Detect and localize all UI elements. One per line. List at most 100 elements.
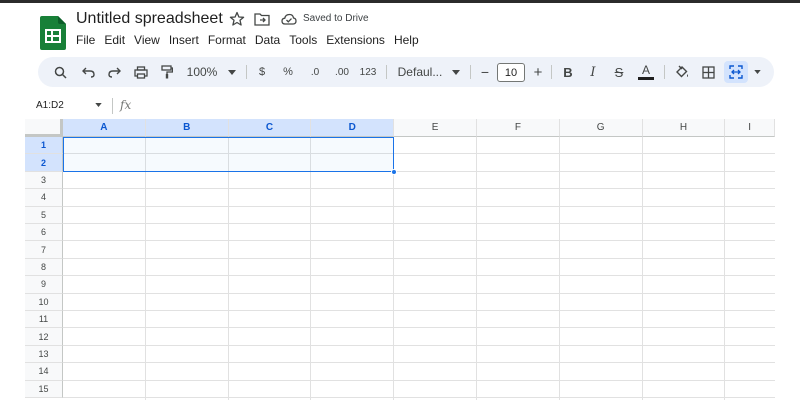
- bold-button[interactable]: B: [559, 57, 577, 87]
- chevron-down-icon[interactable]: [450, 57, 462, 87]
- column-gridline: [476, 137, 477, 400]
- row-gridline: [63, 205, 775, 207]
- menu-help[interactable]: Help: [394, 33, 419, 49]
- row-header-6[interactable]: 6: [25, 224, 63, 242]
- cell-selection[interactable]: [63, 137, 394, 172]
- text-color-label: A: [641, 63, 650, 77]
- column-header-f[interactable]: F: [477, 119, 560, 137]
- save-status[interactable]: Saved to Drive: [303, 13, 369, 24]
- font-family-value: Defaul...: [397, 65, 443, 79]
- cloud-saved-icon[interactable]: [281, 12, 297, 26]
- zoom-select[interactable]: 100%: [184, 57, 220, 87]
- toolbar-divider: [470, 65, 471, 79]
- currency-format-button[interactable]: $: [254, 57, 270, 87]
- increase-font-size-button[interactable]: +: [531, 57, 545, 87]
- column-gridline: [310, 137, 312, 400]
- row-header-4[interactable]: 4: [25, 189, 63, 207]
- row-header-12[interactable]: 12: [25, 328, 63, 346]
- strikethrough-label: S: [614, 64, 624, 80]
- decrease-decimal-button[interactable]: .0: [305, 57, 325, 87]
- undo-icon[interactable]: [78, 57, 98, 87]
- formula-bar-divider: [112, 98, 113, 114]
- document-title[interactable]: Untitled spreadsheet: [76, 10, 223, 28]
- sheets-logo-icon[interactable]: [40, 16, 66, 50]
- plus-label: +: [533, 63, 543, 81]
- menu-data[interactable]: Data: [255, 33, 280, 49]
- minus-label: −: [480, 64, 490, 80]
- text-color-button[interactable]: A: [636, 57, 656, 87]
- row-header-1[interactable]: 1: [25, 137, 63, 155]
- font-size-input[interactable]: 10: [497, 63, 525, 82]
- column-header-g[interactable]: G: [559, 119, 643, 137]
- menu-edit[interactable]: Edit: [104, 33, 125, 49]
- column-gridline: [558, 137, 560, 400]
- chevron-down-icon[interactable]: [95, 103, 102, 107]
- menu-extensions[interactable]: Extensions: [326, 33, 385, 49]
- font-family-select[interactable]: Defaul...: [395, 57, 445, 87]
- star-icon[interactable]: [229, 11, 245, 27]
- redo-icon[interactable]: [104, 57, 124, 87]
- column-header-h[interactable]: H: [642, 119, 726, 137]
- increase-decimal-label: .00: [335, 66, 349, 78]
- menu-file[interactable]: File: [76, 33, 95, 49]
- fill-color-icon[interactable]: [672, 57, 692, 87]
- row-gridline: [63, 344, 775, 346]
- borders-icon[interactable]: [698, 57, 718, 87]
- row-header-3[interactable]: 3: [25, 171, 63, 190]
- column-header-e[interactable]: E: [394, 119, 477, 137]
- column-header-a[interactable]: A: [63, 119, 146, 137]
- menu-view[interactable]: View: [134, 33, 160, 49]
- more-formats-label: 123: [359, 66, 377, 78]
- more-formats-button[interactable]: 123: [358, 57, 378, 87]
- menu-insert[interactable]: Insert: [169, 33, 199, 49]
- menu-format[interactable]: Format: [208, 33, 246, 49]
- strikethrough-button[interactable]: S: [610, 57, 628, 87]
- menu-bar: File Edit View Insert Format Data Tools …: [76, 33, 428, 49]
- percent-label: %: [283, 66, 293, 78]
- column-header-c[interactable]: C: [228, 119, 312, 137]
- column-header-d[interactable]: D: [311, 119, 395, 137]
- column-header-b[interactable]: B: [145, 119, 229, 137]
- decrease-font-size-button[interactable]: −: [478, 57, 492, 87]
- row-header-13[interactable]: 13: [25, 345, 63, 364]
- formula-input[interactable]: [140, 97, 770, 115]
- row-header-10[interactable]: 10: [25, 293, 63, 311]
- row-gridline: [63, 275, 775, 277]
- search-menus-icon[interactable]: [50, 57, 70, 87]
- row-header-11[interactable]: 11: [25, 311, 63, 329]
- row-header-9[interactable]: 9: [25, 276, 63, 294]
- spreadsheet-grid[interactable]: ABCDEFGHI 1 2 3 4 5 6 7 8 9 10 11 12 13 14 15: [25, 119, 775, 400]
- toolbar-divider: [386, 65, 387, 79]
- column-header-i[interactable]: I: [725, 119, 775, 137]
- toolbar-divider: [246, 65, 247, 79]
- column-gridline: [641, 137, 643, 400]
- row-header-8[interactable]: 8: [25, 258, 63, 277]
- window-top-edge: [0, 0, 800, 3]
- row-gridline: [63, 188, 775, 190]
- select-all-corner[interactable]: [25, 119, 63, 137]
- menu-tools[interactable]: Tools: [289, 33, 317, 49]
- row-header-7[interactable]: 7: [25, 241, 63, 259]
- row-header-2[interactable]: 2: [25, 154, 63, 172]
- column-gridline: [393, 137, 395, 400]
- chevron-down-icon[interactable]: [752, 57, 762, 87]
- move-to-folder-icon[interactable]: [254, 12, 270, 26]
- toolbar: 100% $ % .0 .00 123 Defaul... − + B I S …: [38, 57, 774, 87]
- merge-cells-icon[interactable]: [724, 61, 748, 83]
- paint-format-icon[interactable]: [157, 57, 177, 87]
- toolbar-divider: [551, 65, 552, 79]
- italic-button[interactable]: I: [584, 57, 602, 87]
- fill-handle[interactable]: [391, 169, 397, 175]
- name-box[interactable]: A1:D2: [36, 100, 64, 111]
- increase-decimal-button[interactable]: .00: [331, 57, 353, 87]
- row-gridline: [63, 379, 775, 381]
- row-header-15[interactable]: 15: [25, 380, 63, 398]
- row-header-14[interactable]: 14: [25, 363, 63, 381]
- row-gridline: [63, 310, 775, 311]
- row-header-5[interactable]: 5: [25, 206, 63, 224]
- chevron-down-icon[interactable]: [226, 57, 238, 87]
- row-gridline: [63, 292, 775, 294]
- percent-format-button[interactable]: %: [280, 57, 296, 87]
- bold-label: B: [563, 64, 573, 80]
- print-icon[interactable]: [131, 57, 151, 87]
